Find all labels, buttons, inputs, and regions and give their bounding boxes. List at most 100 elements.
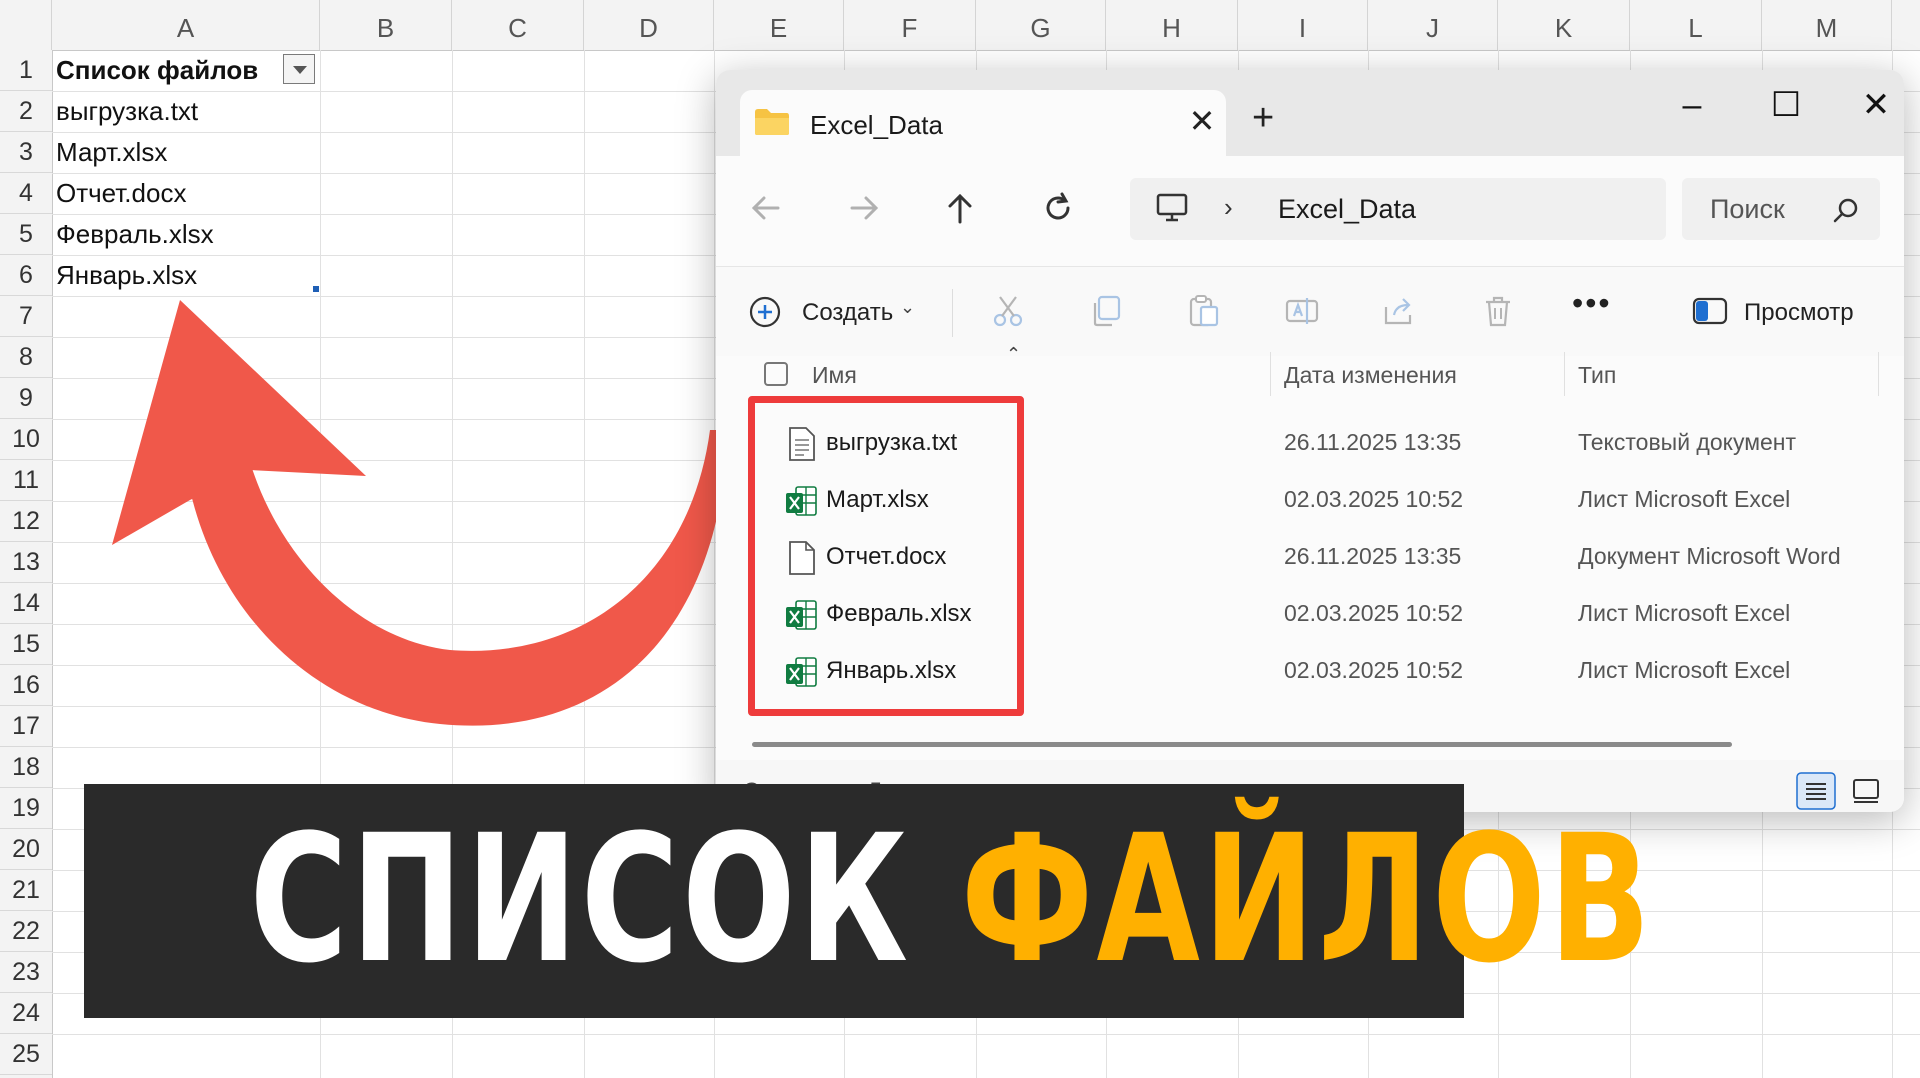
- create-button[interactable]: Создать: [802, 299, 893, 327]
- cell-a6[interactable]: Январь.xlsx: [56, 255, 197, 296]
- column-header-j[interactable]: J: [1368, 0, 1498, 50]
- forward-arrow-icon[interactable]: [842, 186, 886, 230]
- maximize-button[interactable]: ☐: [1756, 80, 1816, 130]
- row-header-11[interactable]: 11: [0, 460, 52, 501]
- chevron-down-icon[interactable]: ⌄: [900, 297, 915, 318]
- details-view-icon[interactable]: [1796, 772, 1836, 810]
- row-header-12[interactable]: 12: [0, 501, 52, 542]
- row-header-bar: 1 2 3 4 5 6 7 8 9 10 11 12 13 14 15 16 1…: [0, 50, 53, 1078]
- new-tab-button[interactable]: +: [1252, 98, 1274, 138]
- row-header-19[interactable]: 19: [0, 788, 52, 829]
- cell-a1-header[interactable]: Список файлов: [56, 50, 258, 91]
- file-date: 02.03.2025 10:52: [1284, 486, 1464, 512]
- row-header-3[interactable]: 3: [0, 132, 52, 173]
- address-bar[interactable]: › Excel_Data: [1130, 178, 1666, 240]
- row-header-21[interactable]: 21: [0, 870, 52, 911]
- row-header-10[interactable]: 10: [0, 419, 52, 460]
- copy-icon[interactable]: [1088, 293, 1124, 329]
- fill-handle[interactable]: [313, 286, 319, 292]
- column-header-a[interactable]: A: [52, 0, 320, 50]
- preview-pane-icon[interactable]: [1692, 297, 1728, 325]
- cell-a3[interactable]: Март.xlsx: [56, 132, 167, 173]
- column-date-header[interactable]: Дата изменения: [1284, 362, 1457, 389]
- large-icons-view-icon[interactable]: [1846, 772, 1886, 810]
- toolbar-divider: [952, 289, 953, 337]
- select-all-corner[interactable]: [0, 0, 52, 50]
- row-header-14[interactable]: 14: [0, 583, 52, 624]
- cut-icon[interactable]: [990, 293, 1026, 329]
- share-icon[interactable]: [1382, 293, 1418, 329]
- row-header-20[interactable]: 20: [0, 829, 52, 870]
- select-all-checkbox[interactable]: [764, 362, 788, 386]
- search-box[interactable]: Поиск: [1682, 178, 1880, 240]
- more-options-button[interactable]: •••: [1572, 285, 1612, 322]
- tab-close-button[interactable]: ✕: [1186, 102, 1218, 140]
- navigation-bar: › Excel_Data Поиск: [716, 156, 1904, 266]
- banner-word-white: СПИСОК: [249, 797, 912, 1002]
- back-arrow-icon[interactable]: [744, 186, 788, 230]
- column-divider[interactable]: [1878, 352, 1879, 396]
- chevron-right-icon[interactable]: ›: [1224, 192, 1233, 223]
- column-header-m[interactable]: M: [1762, 0, 1892, 50]
- search-icon[interactable]: [1832, 196, 1860, 224]
- up-arrow-icon[interactable]: [938, 186, 982, 230]
- sort-ascending-icon: ⌃: [1006, 344, 1022, 364]
- folder-icon: [755, 109, 789, 135]
- row-header-17[interactable]: 17: [0, 706, 52, 747]
- banner-word-yellow: ФАЙЛОВ: [960, 797, 1654, 1002]
- address-folder-name[interactable]: Excel_Data: [1278, 194, 1416, 225]
- row-header-6[interactable]: 6: [0, 255, 52, 296]
- row-header-23[interactable]: 23: [0, 952, 52, 993]
- row-header-2[interactable]: 2: [0, 91, 52, 132]
- delete-icon[interactable]: [1480, 293, 1516, 329]
- minimize-button[interactable]: –: [1662, 80, 1722, 130]
- row-header-7[interactable]: 7: [0, 296, 52, 337]
- search-input[interactable]: Поиск: [1710, 194, 1785, 225]
- row-header-5[interactable]: 5: [0, 214, 52, 255]
- row-header-4[interactable]: 4: [0, 173, 52, 214]
- column-type-header[interactable]: Тип: [1578, 362, 1616, 389]
- preview-button[interactable]: Просмотр: [1744, 299, 1854, 327]
- refresh-icon[interactable]: [1036, 186, 1080, 230]
- column-name-header[interactable]: Имя: [812, 362, 857, 389]
- row-header-9[interactable]: 9: [0, 378, 52, 419]
- column-divider[interactable]: [1564, 352, 1565, 396]
- column-header-k[interactable]: K: [1498, 0, 1630, 50]
- row-header-18[interactable]: 18: [0, 747, 52, 788]
- plus-circle-icon[interactable]: [748, 295, 782, 329]
- row-header-1[interactable]: 1: [0, 50, 52, 91]
- file-type: Лист Microsoft Excel: [1578, 600, 1791, 626]
- file-type: Лист Microsoft Excel: [1578, 657, 1791, 683]
- cell-a5[interactable]: Февраль.xlsx: [56, 214, 214, 255]
- computer-icon: [1156, 193, 1188, 222]
- row-header-22[interactable]: 22: [0, 911, 52, 952]
- column-header-f[interactable]: F: [844, 0, 976, 50]
- column-header-g[interactable]: G: [976, 0, 1106, 50]
- column-header-h[interactable]: H: [1106, 0, 1238, 50]
- row-header-13[interactable]: 13: [0, 542, 52, 583]
- rename-icon[interactable]: [1284, 293, 1320, 329]
- cell-a4[interactable]: Отчет.docx: [56, 173, 186, 214]
- horizontal-scrollbar[interactable]: [752, 742, 1732, 747]
- tab-title: Excel_Data: [810, 110, 943, 140]
- row-header-15[interactable]: 15: [0, 624, 52, 665]
- column-header-b[interactable]: B: [320, 0, 452, 50]
- row-header-8[interactable]: 8: [0, 337, 52, 378]
- row-header-25[interactable]: 25: [0, 1034, 52, 1075]
- cell-a2[interactable]: выгрузка.txt: [56, 91, 198, 132]
- column-header-e[interactable]: E: [714, 0, 844, 50]
- banner-title: СПИСОК ФАЙЛОВ: [249, 790, 1651, 1010]
- filter-dropdown-button[interactable]: [283, 54, 315, 84]
- column-header-l[interactable]: L: [1630, 0, 1762, 50]
- row-header-24[interactable]: 24: [0, 993, 52, 1034]
- close-window-button[interactable]: ✕: [1846, 80, 1904, 130]
- column-divider[interactable]: [1270, 352, 1271, 396]
- column-header-c[interactable]: C: [452, 0, 584, 50]
- row-header-16[interactable]: 16: [0, 665, 52, 706]
- tab-excel-data[interactable]: Excel_Data ✕: [740, 90, 1226, 160]
- grid-line: [52, 1034, 1920, 1035]
- column-header-i[interactable]: I: [1238, 0, 1368, 50]
- file-date: 02.03.2025 10:52: [1284, 657, 1464, 683]
- column-header-d[interactable]: D: [584, 0, 714, 50]
- paste-icon[interactable]: [1186, 293, 1222, 329]
